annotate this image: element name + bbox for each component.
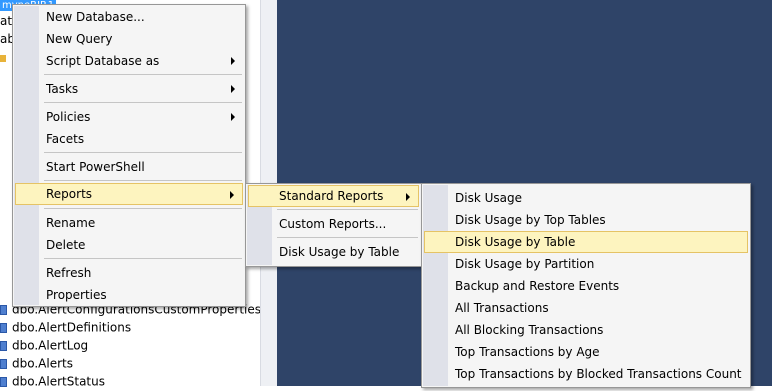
menu-separator <box>44 74 242 75</box>
standard-reports-submenu: Disk Usage Disk Usage by Top Tables Disk… <box>421 183 751 388</box>
tree-item-table[interactable]: dbo.AlertDefinitions <box>0 318 131 336</box>
menu-separator <box>44 258 242 259</box>
reports-submenu: Standard Reports Custom Reports... Disk … <box>245 183 422 267</box>
database-context-menu: New Database... New Query Script Databas… <box>12 4 246 307</box>
menu-item-tasks[interactable]: Tasks <box>15 78 243 100</box>
menu-item-disk-usage-by-top-tables[interactable]: Disk Usage by Top Tables <box>424 209 748 231</box>
menu-item-recent-disk-usage-by-table[interactable]: Disk Usage by Table <box>248 241 419 263</box>
menu-item-disk-usage-by-table[interactable]: Disk Usage by Table <box>424 231 748 253</box>
tree-item-table[interactable]: dbo.AlertStatus <box>0 372 105 390</box>
menu-item-disk-usage[interactable]: Disk Usage <box>424 187 748 209</box>
folder-icon <box>0 55 6 62</box>
menu-separator <box>44 208 242 209</box>
menu-item-new-query[interactable]: New Query <box>15 28 243 50</box>
table-icon <box>0 376 7 387</box>
menu-item-standard-reports[interactable]: Standard Reports <box>248 185 419 207</box>
submenu-arrow-icon <box>230 191 234 199</box>
menu-item-reports[interactable]: Reports <box>15 183 243 205</box>
tree-icon-column <box>0 70 6 300</box>
menu-item-delete[interactable]: Delete <box>15 234 243 256</box>
menu-item-policies[interactable]: Policies <box>15 106 243 128</box>
table-icon <box>0 304 7 315</box>
menu-item-all-blocking-transactions[interactable]: All Blocking Transactions <box>424 319 748 341</box>
submenu-arrow-icon <box>231 85 235 93</box>
table-icon <box>0 322 7 333</box>
table-icon <box>0 358 7 369</box>
menu-item-facets[interactable]: Facets <box>15 128 243 150</box>
menu-separator <box>44 180 242 181</box>
menu-separator <box>277 237 418 238</box>
menu-item-start-powershell[interactable]: Start PowerShell <box>15 156 243 178</box>
submenu-arrow-icon <box>406 193 410 201</box>
menu-separator <box>44 152 242 153</box>
tree-item-table[interactable]: dbo.Alerts <box>0 354 73 372</box>
tree-item-table[interactable]: dbo.AlertLog <box>0 336 88 354</box>
menu-item-backup-and-restore-events[interactable]: Backup and Restore Events <box>424 275 748 297</box>
submenu-arrow-icon <box>231 113 235 121</box>
menu-item-disk-usage-by-partition[interactable]: Disk Usage by Partition <box>424 253 748 275</box>
menu-item-top-transactions-by-age[interactable]: Top Transactions by Age <box>424 341 748 363</box>
submenu-arrow-icon <box>231 57 235 65</box>
menu-item-script-database-as[interactable]: Script Database as <box>15 50 243 72</box>
menu-item-custom-reports[interactable]: Custom Reports... <box>248 213 419 235</box>
menu-item-top-transactions-by-blocked-count[interactable]: Top Transactions by Blocked Transactions… <box>424 363 748 385</box>
menu-separator <box>277 209 418 210</box>
menu-separator <box>44 102 242 103</box>
menu-item-new-database[interactable]: New Database... <box>15 6 243 28</box>
table-icon <box>0 340 7 351</box>
menu-item-refresh[interactable]: Refresh <box>15 262 243 284</box>
menu-item-all-transactions[interactable]: All Transactions <box>424 297 748 319</box>
menu-item-rename[interactable]: Rename <box>15 212 243 234</box>
menu-item-properties[interactable]: Properties <box>15 284 243 306</box>
